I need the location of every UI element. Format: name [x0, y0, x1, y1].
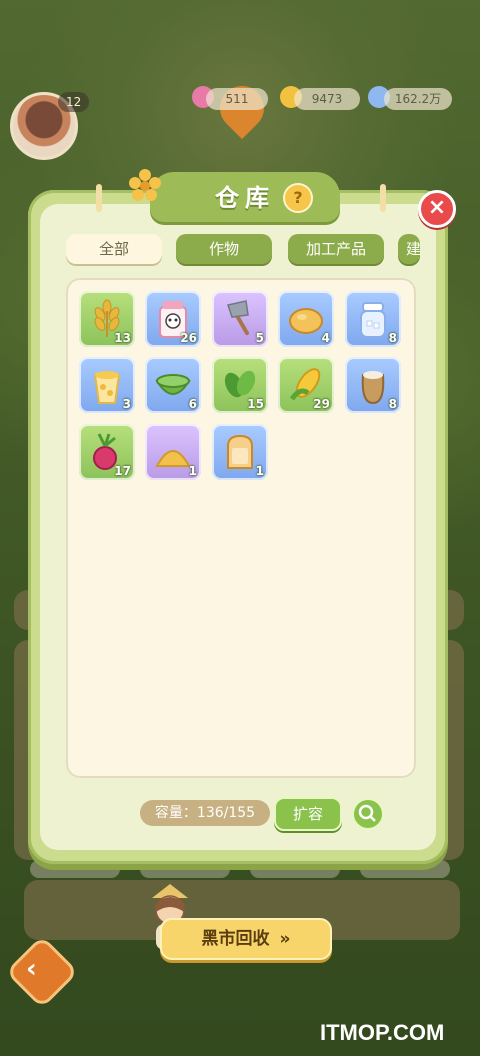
item-count: 13 [114, 331, 131, 345]
toast-icon [227, 434, 253, 469]
item-count: 17 [114, 464, 131, 478]
item-count: 1 [188, 464, 197, 478]
inventory-slot[interactable]: 15 [212, 357, 268, 413]
tab-building[interactable]: 建 [398, 234, 420, 264]
item-count: 26 [180, 331, 197, 345]
green-bowl-icon [155, 374, 191, 395]
inventory-slot[interactable]: 8 [345, 357, 401, 413]
item-count: 3 [122, 397, 131, 411]
item-count: 8 [388, 331, 397, 345]
item-count: 1 [255, 464, 264, 478]
corn-cup-icon [93, 371, 121, 404]
inventory-slot[interactable]: 5 [212, 291, 268, 347]
inventory-grid [66, 278, 416, 778]
item-count: 15 [247, 397, 264, 411]
resource-coins: 9473 [294, 88, 360, 110]
player-level: 12 [58, 92, 90, 112]
search-icon [358, 804, 376, 822]
close-button[interactable]: × [418, 190, 456, 228]
inventory-slot[interactable]: 26 [145, 291, 201, 347]
item-count: 29 [313, 397, 330, 411]
inventory-slot[interactable]: 8 [345, 291, 401, 347]
double-chevron-right-icon: » [279, 929, 291, 949]
item-count: 5 [255, 331, 264, 345]
resource-butterflies: 162.2万 [384, 88, 452, 110]
tab-processed-products[interactable]: 加工产品 [288, 234, 384, 264]
black-market-button[interactable]: 黑市回收 » [160, 918, 332, 960]
watermark: ITMOP.COM [320, 1020, 445, 1045]
item-count: 4 [321, 331, 330, 345]
tab-all[interactable]: 全部 [66, 234, 162, 264]
capacity-label: 容量：136/155 [140, 800, 270, 826]
flour-sack-icon [361, 371, 385, 405]
cornmeal-pile-icon [155, 450, 191, 467]
back-arrow-icon: ‹ [26, 954, 37, 984]
tab-crops[interactable]: 作物 [176, 234, 272, 264]
help-button[interactable]: ? [283, 183, 313, 213]
search-button[interactable] [352, 798, 384, 830]
dialog-hook-right [380, 184, 386, 212]
inventory-slot[interactable]: 1 [212, 424, 268, 480]
axe-icon [227, 300, 249, 336]
inventory-slot[interactable]: 6 [145, 357, 201, 413]
inventory-slot[interactable]: 29 [278, 357, 334, 413]
inventory-slot[interactable]: 13 [79, 291, 135, 347]
item-count: 8 [388, 397, 397, 411]
black-market-label: 黑市回收 [201, 929, 270, 949]
inventory-slot[interactable]: 3 [79, 357, 135, 413]
expand-capacity-button[interactable]: 扩容 [274, 797, 342, 831]
resource-gems: 511 [206, 88, 268, 110]
dialog-hook-left [96, 184, 102, 212]
inventory-slot[interactable]: 4 [278, 291, 334, 347]
bread-loaf-icon [289, 308, 323, 334]
sugar-jar-icon [360, 302, 386, 338]
inventory-slot[interactable]: 17 [79, 424, 135, 480]
item-count: 6 [188, 397, 197, 411]
inventory-slot[interactable]: 1 [145, 424, 201, 480]
